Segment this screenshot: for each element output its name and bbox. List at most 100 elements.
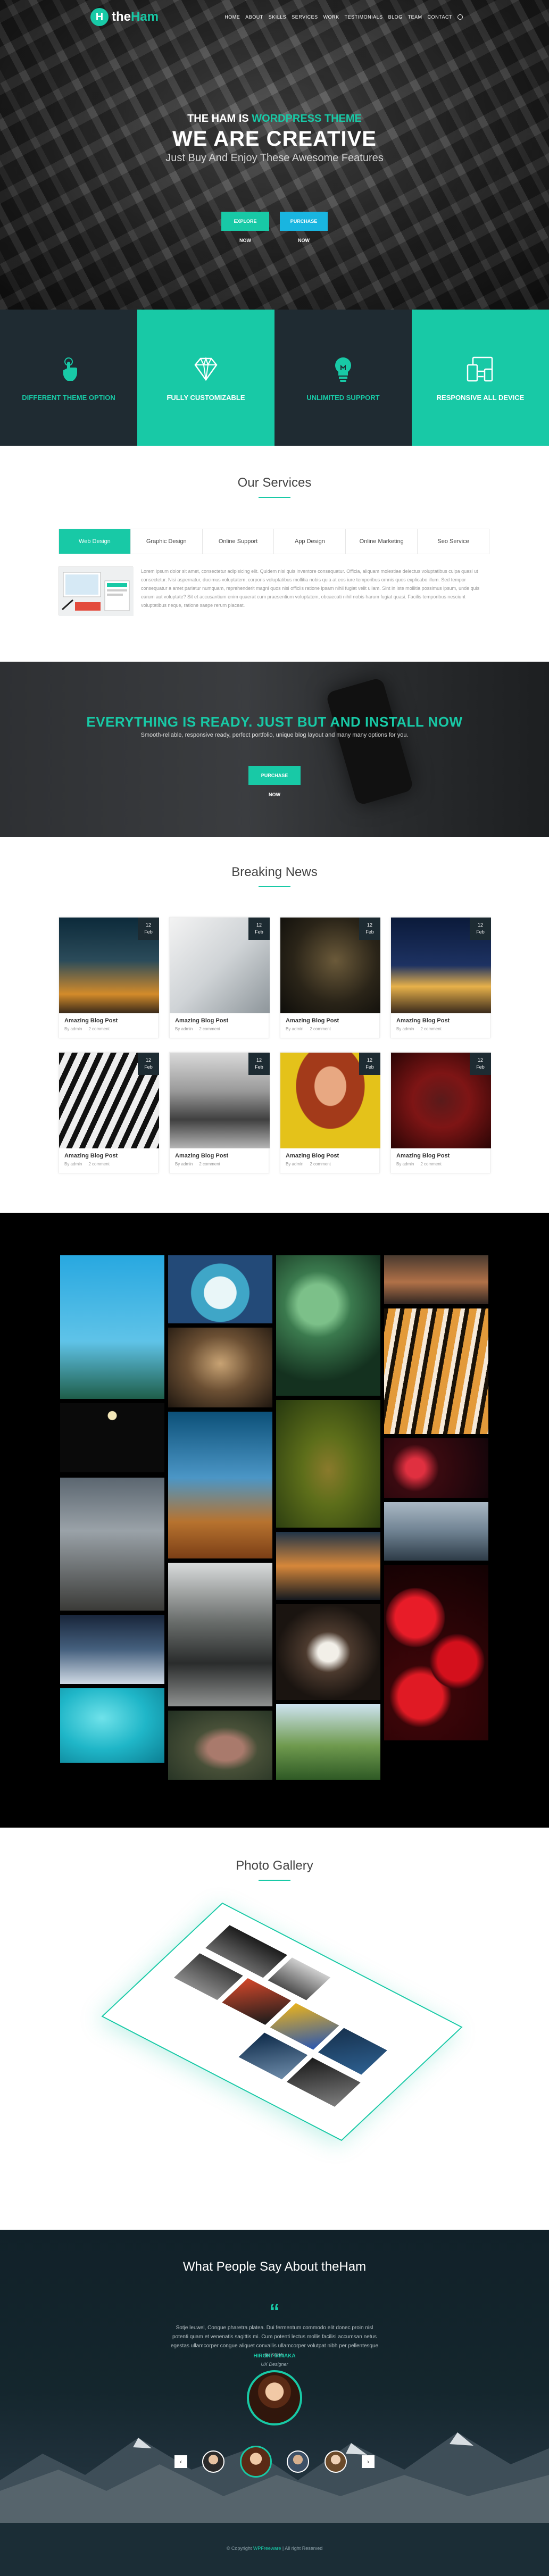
- news-card-title[interactable]: Amazing Blog Post: [59, 1013, 158, 1024]
- nav-work[interactable]: WORK: [323, 14, 339, 20]
- gallery-tile[interactable]: [276, 1604, 380, 1700]
- prev-arrow-icon[interactable]: ‹: [174, 2455, 187, 2468]
- news-section: Breaking News 12 Feb Amazing Blog Post By…: [0, 837, 549, 1213]
- news-image[interactable]: 12 Feb: [59, 1053, 159, 1148]
- gallery-tile[interactable]: [60, 1478, 164, 1611]
- news-card-title[interactable]: Amazing Blog Post: [280, 1013, 379, 1024]
- news-author[interactable]: By admin: [286, 1162, 303, 1166]
- news-card[interactable]: 12 Feb Amazing Blog Post By admin 2 commen…: [169, 917, 270, 1038]
- date-month: Feb: [365, 929, 374, 935]
- news-card-meta: By admin 2 comment: [170, 1159, 269, 1166]
- nav-about[interactable]: ABOUT: [245, 14, 263, 20]
- news-card[interactable]: 12 Feb Amazing Blog Post By admin 2 commen…: [280, 1052, 380, 1173]
- news-card[interactable]: 12 Feb Amazing Blog Post By admin 2 commen…: [390, 917, 491, 1038]
- hero-title: WE ARE CREATIVE: [172, 127, 377, 151]
- avatar-thumb[interactable]: [202, 2450, 225, 2473]
- nav-testimonials[interactable]: TESTIMONIALS: [345, 14, 383, 20]
- news-image[interactable]: 12 Feb: [280, 918, 380, 1013]
- avatar-thumb[interactable]: [287, 2450, 310, 2473]
- explore-now-button[interactable]: EXPLORE NOW: [221, 212, 269, 243]
- date-badge: 12 Feb: [138, 1053, 159, 1075]
- news-comments[interactable]: 2 comment: [310, 1027, 331, 1031]
- logo[interactable]: H theHam: [90, 8, 159, 26]
- gallery-tile[interactable]: [384, 1308, 488, 1434]
- news-card[interactable]: 12 Feb Amazing Blog Post By admin 2 commen…: [59, 917, 159, 1038]
- gallery-tile[interactable]: [60, 1615, 164, 1684]
- gallery-tile[interactable]: [60, 1403, 164, 1472]
- news-comments[interactable]: 2 comment: [88, 1027, 110, 1031]
- tab-seo-service[interactable]: Seo Service: [418, 529, 489, 554]
- news-card-title[interactable]: Amazing Blog Post: [170, 1013, 269, 1024]
- gallery-slab[interactable]: [101, 1902, 463, 2141]
- date-day: 12: [256, 1057, 262, 1063]
- nav-skills[interactable]: SKILLS: [269, 14, 287, 20]
- news-comments[interactable]: 2 comment: [88, 1162, 110, 1166]
- nav-blog[interactable]: BLOG: [388, 14, 403, 20]
- news-comments[interactable]: 2 comment: [420, 1162, 442, 1166]
- news-author[interactable]: By admin: [286, 1027, 303, 1031]
- gallery-tile[interactable]: [60, 1255, 164, 1399]
- next-arrow-icon[interactable]: ›: [361, 2455, 375, 2468]
- tab-web-design[interactable]: Web Design: [59, 529, 131, 554]
- purchase-now-button[interactable]: PURCHASE NOW: [280, 212, 328, 243]
- news-comments[interactable]: 2 comment: [420, 1027, 442, 1031]
- news-card[interactable]: 12 Feb Amazing Blog Post By admin 2 commen…: [59, 1052, 159, 1173]
- gallery-tile[interactable]: [168, 1328, 272, 1407]
- news-author[interactable]: By admin: [64, 1027, 82, 1031]
- gallery-tile[interactable]: [276, 1400, 380, 1528]
- avatar-thumb[interactable]: [324, 2450, 347, 2473]
- news-comments[interactable]: 2 comment: [199, 1027, 220, 1031]
- gallery-tile[interactable]: [384, 1565, 488, 1740]
- testimonial-role: UX Designer: [261, 2362, 288, 2367]
- gallery-tile[interactable]: [384, 1438, 488, 1498]
- nav-home[interactable]: HOME: [224, 14, 240, 20]
- nav-services[interactable]: SERVICES: [292, 14, 318, 20]
- news-image[interactable]: 12 Feb: [391, 1053, 491, 1148]
- tab-graphic-design[interactable]: Graphic Design: [131, 529, 203, 554]
- avatar-thumb-active[interactable]: [239, 2446, 272, 2478]
- date-day: 12: [367, 922, 372, 928]
- news-card[interactable]: 12 Feb Amazing Blog Post By admin 2 commen…: [390, 1052, 491, 1173]
- news-image[interactable]: 12 Feb: [170, 1053, 270, 1148]
- tab-app-design[interactable]: App Design: [274, 529, 346, 554]
- news-card-title[interactable]: Amazing Blog Post: [391, 1148, 490, 1159]
- cta-purchase-button[interactable]: PURCHASE NOW: [248, 766, 301, 797]
- hero-text: THE HAM IS WORDPRESS THEME WE ARE CREATI…: [0, 113, 549, 164]
- news-image[interactable]: 12 Feb: [391, 918, 491, 1013]
- gallery-tile[interactable]: [168, 1711, 272, 1780]
- nav-contact[interactable]: CONTACT: [428, 14, 452, 20]
- news-comments[interactable]: 2 comment: [310, 1162, 331, 1166]
- news-comments[interactable]: 2 comment: [199, 1162, 220, 1166]
- news-card-title[interactable]: Amazing Blog Post: [170, 1148, 269, 1159]
- main-menu: HOME ABOUT SKILLS SERVICES WORK TESTIMON…: [224, 14, 463, 20]
- search-icon[interactable]: [457, 14, 463, 20]
- news-author[interactable]: By admin: [175, 1162, 193, 1166]
- gallery-tile[interactable]: [384, 1255, 488, 1304]
- news-card-meta: By admin 2 comment: [391, 1159, 490, 1166]
- tab-online-marketing[interactable]: Online Marketing: [346, 529, 418, 554]
- news-card-title[interactable]: Amazing Blog Post: [391, 1013, 490, 1024]
- tab-online-support[interactable]: Online Support: [203, 529, 274, 554]
- news-author[interactable]: By admin: [175, 1027, 193, 1031]
- gallery-tile[interactable]: [168, 1412, 272, 1558]
- gallery-tile[interactable]: [168, 1563, 272, 1706]
- gallery-tile[interactable]: [384, 1502, 488, 1561]
- gallery-tile[interactable]: [276, 1704, 380, 1780]
- news-image[interactable]: 12 Feb: [59, 918, 159, 1013]
- gallery-tile[interactable]: [276, 1255, 380, 1396]
- copyright-brand-link[interactable]: WPFreeware: [253, 2546, 281, 2551]
- news-card[interactable]: 12 Feb Amazing Blog Post By admin 2 commen…: [280, 917, 380, 1038]
- news-card-title[interactable]: Amazing Blog Post: [59, 1148, 158, 1159]
- gallery-tile[interactable]: [60, 1688, 164, 1763]
- news-author[interactable]: By admin: [64, 1162, 82, 1166]
- nav-team[interactable]: TEAM: [408, 14, 422, 20]
- gallery-tile[interactable]: [168, 1255, 272, 1323]
- news-image[interactable]: 12 Feb: [280, 1053, 380, 1148]
- news-author[interactable]: By admin: [396, 1027, 414, 1031]
- news-image[interactable]: 12 Feb: [170, 918, 270, 1013]
- news-card-title[interactable]: Amazing Blog Post: [280, 1148, 379, 1159]
- news-card-meta: By admin 2 comment: [59, 1024, 158, 1031]
- news-card[interactable]: 12 Feb Amazing Blog Post By admin 2 commen…: [169, 1052, 270, 1173]
- news-author[interactable]: By admin: [396, 1162, 414, 1166]
- gallery-tile[interactable]: [276, 1532, 380, 1600]
